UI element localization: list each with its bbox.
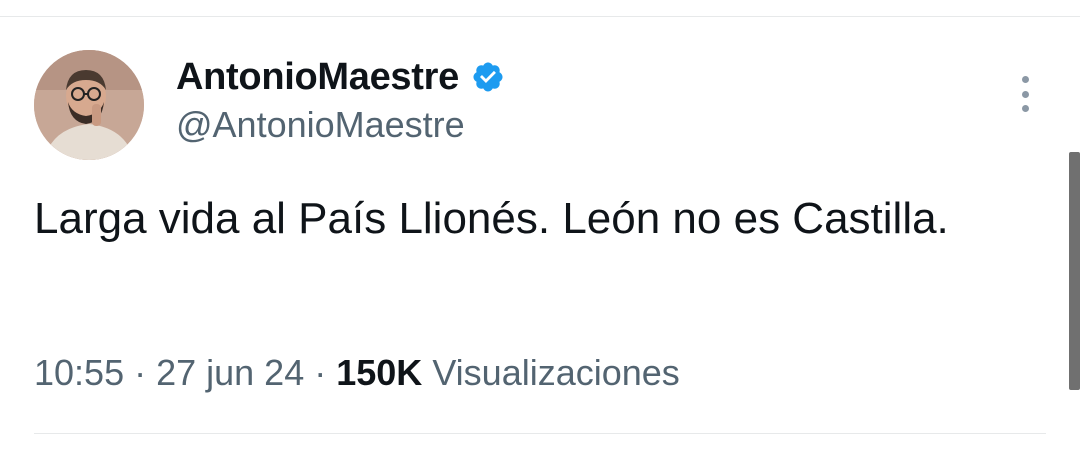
more-vertical-icon[interactable]	[1008, 72, 1042, 116]
meta-separator: ·	[314, 352, 327, 393]
avatar[interactable]	[34, 50, 144, 160]
views-count[interactable]: 150K	[336, 352, 422, 393]
author-name-row[interactable]: AntonioMaestre	[176, 54, 505, 100]
verified-badge-icon[interactable]	[471, 60, 505, 94]
views-label[interactable]: Visualizaciones	[432, 352, 679, 393]
tweet-date[interactable]: 27 jun 24	[156, 352, 304, 393]
scrollbar-thumb[interactable]	[1069, 152, 1080, 390]
more-dot	[1021, 90, 1029, 98]
display-name[interactable]: AntonioMaestre	[176, 56, 459, 99]
avatar-photo	[34, 50, 144, 160]
more-dot	[1021, 76, 1029, 83]
top-divider	[0, 16, 1080, 17]
tweet-text: Larga vida al País Llionés. León no es C…	[34, 194, 949, 243]
tweet-meta: 10:55 · 27 jun 24 · 150K Visualizaciones	[34, 352, 680, 394]
bottom-divider	[34, 433, 1046, 434]
author-handle[interactable]: @AntonioMaestre	[176, 104, 465, 146]
tweet-time[interactable]: 10:55	[34, 352, 124, 393]
more-dot	[1021, 105, 1029, 112]
meta-separator: ·	[134, 352, 147, 393]
